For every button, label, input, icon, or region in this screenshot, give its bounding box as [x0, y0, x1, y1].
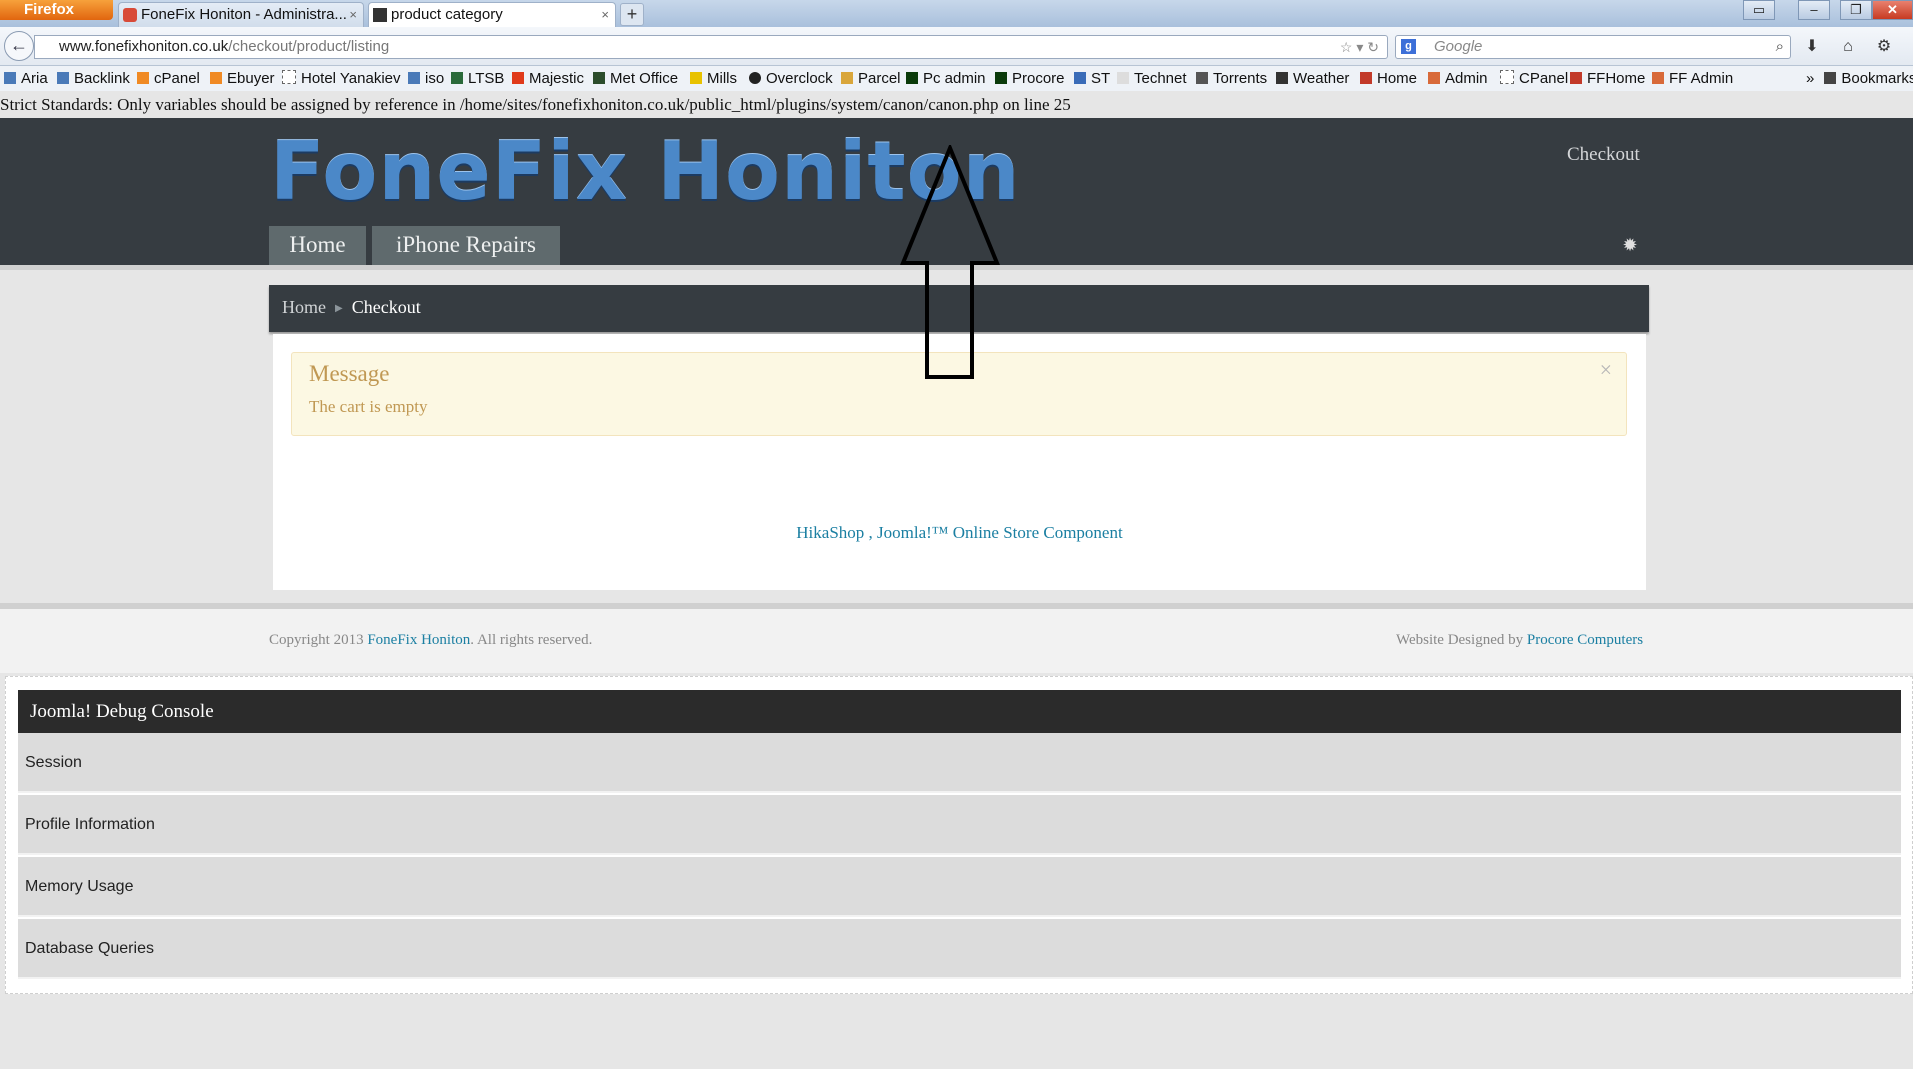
page-icon: [373, 8, 387, 22]
download-icon[interactable]: ⬇: [1800, 35, 1824, 59]
new-tab-button[interactable]: +: [620, 3, 644, 26]
bookmark-icon: [690, 72, 702, 84]
close-tab-icon[interactable]: ×: [601, 3, 609, 27]
minimize-button[interactable]: –: [1798, 0, 1830, 20]
bookmark-icon: [57, 72, 69, 84]
bookmark-icon: [1652, 72, 1664, 84]
bookmark-icon: [1500, 70, 1514, 84]
bookmarks-toolbar: Aria Backlink cPanel Ebuyer Hotel Yanaki…: [0, 66, 1913, 91]
breadcrumb-separator-icon: ▶: [335, 303, 343, 314]
bookmark-hotel-yanakiev[interactable]: Hotel Yanakiev: [282, 66, 401, 91]
back-button[interactable]: ←: [4, 31, 34, 61]
bookmark-overclock[interactable]: Overclock: [749, 66, 833, 91]
bookmark-ltsb[interactable]: LTSB: [451, 66, 504, 91]
tab-title: FoneFix Honiton - Administra...: [141, 6, 347, 23]
url-host: www.fonefixhoniton.co.uk: [59, 38, 229, 55]
designer-credit: Website Designed by Procore Computers: [1396, 632, 1644, 648]
home-icon[interactable]: ⌂: [1836, 35, 1860, 59]
bookmark-torrents[interactable]: Torrents: [1196, 66, 1267, 91]
restore-button[interactable]: ❐: [1840, 0, 1872, 20]
bookmark-icon: [1428, 72, 1440, 84]
bookmark-cpanel[interactable]: cPanel: [137, 66, 200, 91]
url-path: /checkout/product/listing: [228, 38, 390, 55]
tab-fonefix-admin[interactable]: FoneFix Honiton - Administra... ×: [118, 2, 364, 27]
close-icon[interactable]: ×: [1600, 357, 1612, 383]
bookmark-icon: [1196, 72, 1208, 84]
bookmark-pc-admin[interactable]: Pc admin: [906, 66, 986, 91]
copyright: Copyright 2013 FoneFix Honiton. All righ…: [269, 632, 593, 648]
bookmark-ff-admin[interactable]: FF Admin: [1652, 66, 1733, 91]
bookmark-icon: [1074, 72, 1086, 84]
debug-row-profile[interactable]: Profile Information: [18, 795, 1901, 855]
bookmark-icon: [995, 72, 1007, 84]
php-warning: Strict Standards: Only variables should …: [0, 91, 1913, 118]
bookmark-icon: [1570, 72, 1582, 84]
search-placeholder: Google: [1434, 38, 1483, 55]
bookmark-icon: [1360, 72, 1372, 84]
bookmark-icon: [1824, 72, 1837, 84]
bookmark-mills[interactable]: Mills: [690, 66, 737, 91]
tab-groups-button[interactable]: ▭: [1743, 0, 1775, 20]
menu-home[interactable]: Home: [269, 226, 366, 265]
bookmark-ffhome[interactable]: FFHome: [1570, 66, 1645, 91]
powered-by-link[interactable]: HikaShop , Joomla!™ Online Store Compone…: [273, 523, 1646, 543]
menu-iphone-repairs[interactable]: iPhone Repairs: [372, 226, 560, 265]
bookmark-icon: [4, 72, 16, 84]
bookmark-icon: [408, 72, 420, 84]
bookmark-parcel[interactable]: Parcel: [841, 66, 901, 91]
bookmark-admin[interactable]: Admin: [1428, 66, 1488, 91]
header-checkout-link[interactable]: Checkout: [1567, 144, 1640, 166]
breadcrumb-current: Checkout: [351, 297, 421, 317]
debug-row-queries[interactable]: Database Queries: [18, 919, 1901, 979]
url-bar[interactable]: www.fonefixhoniton.co.uk/checkout/produc…: [34, 35, 1388, 59]
message-body: The cart is empty: [309, 397, 428, 416]
designer-link[interactable]: Procore Computers: [1527, 632, 1643, 648]
bookmark-majestic[interactable]: Majestic: [512, 66, 584, 91]
bookmark-icon: [282, 70, 296, 84]
joomla-icon: [123, 8, 137, 22]
bookmark-iso[interactable]: iso: [408, 66, 444, 91]
close-window-button[interactable]: ✕: [1872, 0, 1913, 20]
bookmark-icon: [512, 72, 524, 84]
bookmark-backlink[interactable]: Backlink: [57, 66, 130, 91]
tab-product-category[interactable]: product category ×: [368, 2, 616, 27]
bookmark-cpanel-2[interactable]: CPanel: [1500, 66, 1568, 91]
chevron-right-icon[interactable]: »: [1806, 70, 1814, 87]
breadcrumb-home[interactable]: Home: [282, 297, 326, 317]
bookmark-aria[interactable]: Aria: [4, 66, 48, 91]
debug-row-session[interactable]: Session: [18, 733, 1901, 793]
bookmark-star-icon[interactable]: ☆ ▾ ↻: [1340, 36, 1379, 58]
message-title: Message: [309, 361, 390, 386]
tab-title: product category: [391, 6, 503, 23]
google-icon[interactable]: g: [1401, 39, 1416, 54]
bookmark-icon: [593, 72, 605, 84]
bookmark-icon: [137, 72, 149, 84]
debug-console-title: Joomla! Debug Console: [18, 690, 1901, 733]
bookmark-icon: [749, 72, 761, 84]
search-bar[interactable]: g Google ⌕: [1395, 35, 1791, 59]
bookmark-st[interactable]: ST: [1074, 66, 1110, 91]
addon-icon[interactable]: ⚙: [1872, 35, 1896, 59]
bookmark-weather[interactable]: Weather: [1276, 66, 1349, 91]
copyright-link[interactable]: FoneFix Honiton: [367, 632, 470, 648]
bookmark-icon: [841, 72, 853, 84]
bookmark-met-office[interactable]: Met Office: [593, 66, 678, 91]
gear-icon[interactable]: ✹: [1620, 235, 1640, 255]
bookmark-ebuyer[interactable]: Ebuyer: [210, 66, 275, 91]
bookmark-icon: [1117, 72, 1129, 84]
annotation-arrow-icon: [900, 145, 1000, 379]
bookmark-icon: [451, 72, 463, 84]
bookmark-icon: [1276, 72, 1288, 84]
firefox-menu-button[interactable]: Firefox: [0, 0, 113, 20]
close-tab-icon[interactable]: ×: [349, 3, 357, 27]
bookmark-icon: [906, 72, 918, 84]
bookmark-procore[interactable]: Procore: [995, 66, 1065, 91]
bookmark-icon: [210, 72, 222, 84]
search-icon[interactable]: ⌕: [1776, 36, 1784, 58]
bookmarks-menu[interactable]: » Bookmarks: [1806, 66, 1913, 91]
debug-row-memory[interactable]: Memory Usage: [18, 857, 1901, 917]
bookmark-home[interactable]: Home: [1360, 66, 1417, 91]
bookmark-technet[interactable]: Technet: [1117, 66, 1187, 91]
